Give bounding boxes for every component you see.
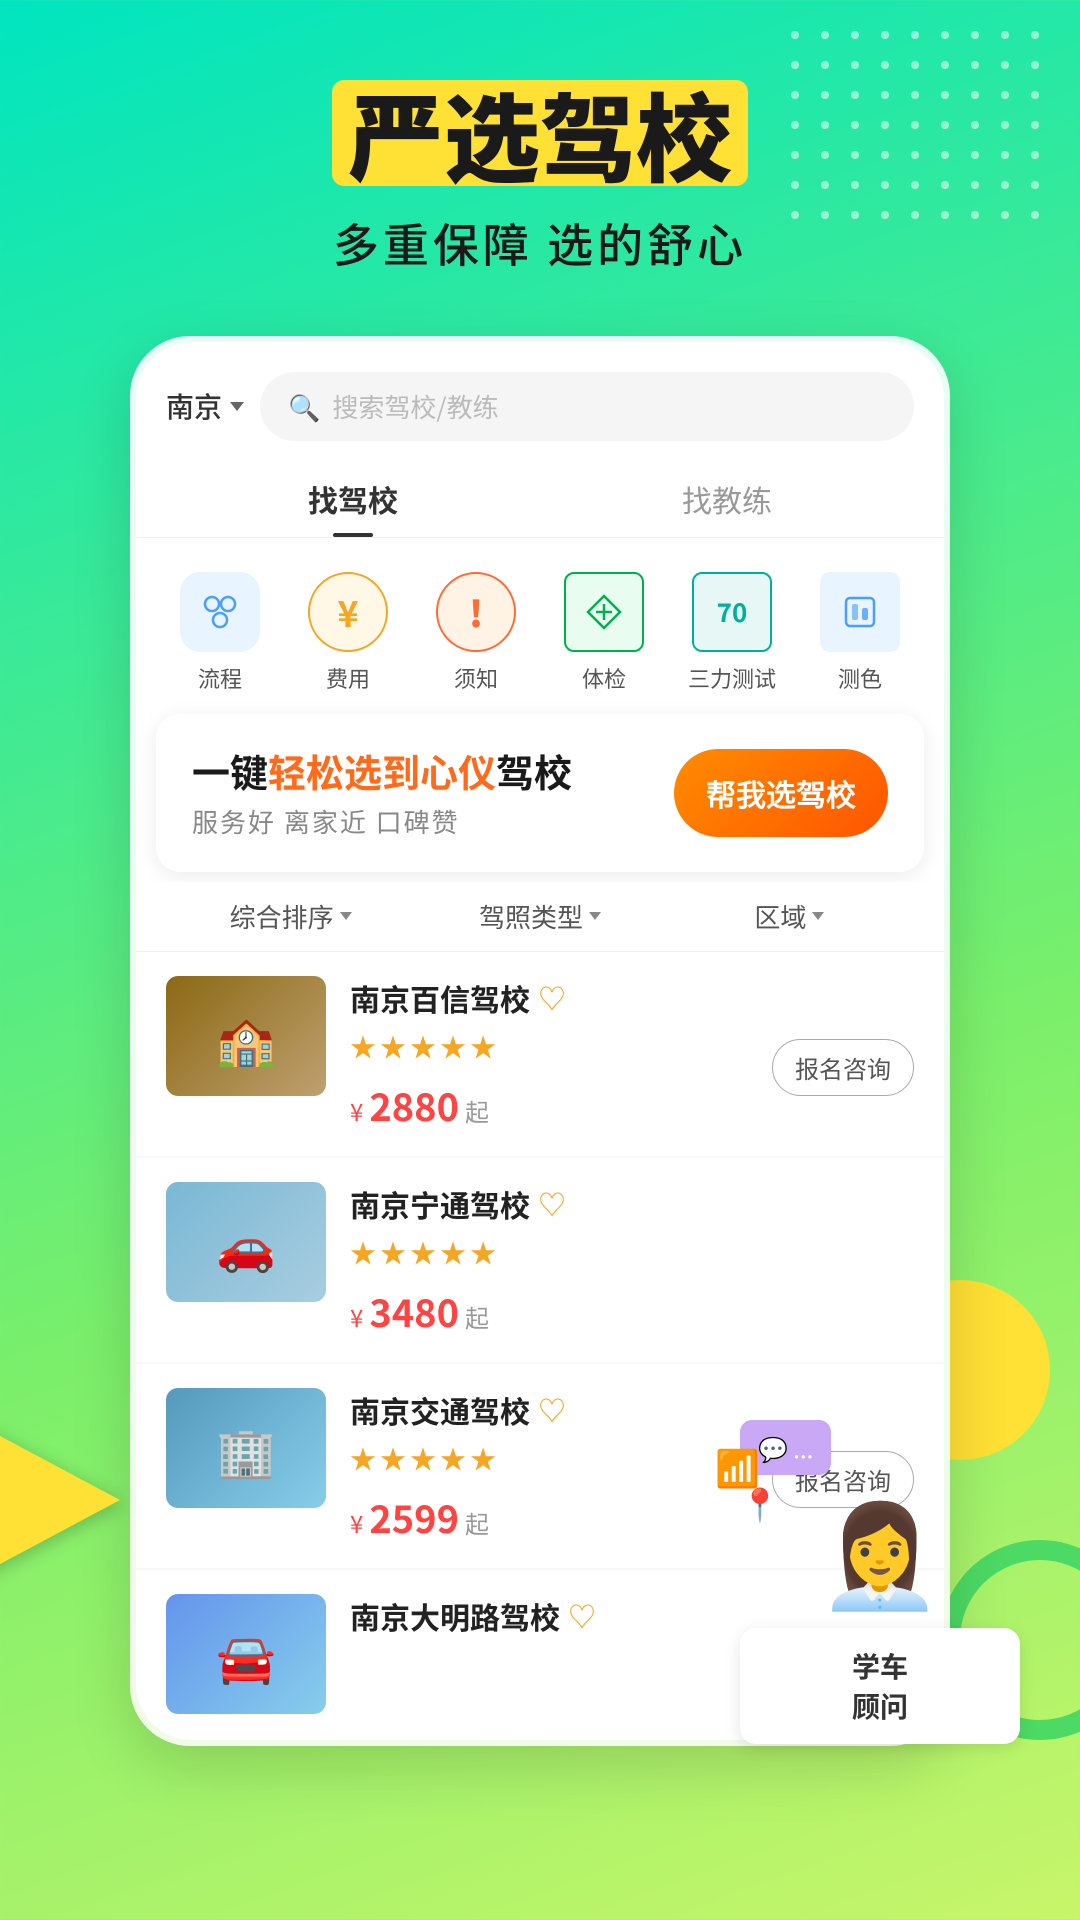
search-placeholder: 搜索驾校/教练 xyxy=(332,388,498,425)
promo-card: 一键轻松选到心仪驾校 服务好 离家近 口碑赞 帮我选驾校 xyxy=(156,714,924,872)
school-image-2: 🚗 xyxy=(166,1182,326,1302)
physical-icon xyxy=(564,572,644,652)
promo-main-text: 一键轻松选到心仪驾校 xyxy=(192,746,572,795)
school-name-row-2: 南京宁通驾校 ♡ xyxy=(350,1182,890,1226)
table-row[interactable]: 🏫 南京百信驾校 ♡ ★ ★ ★ ★ ★ xyxy=(136,952,944,1156)
price-currency-1: ¥ xyxy=(350,1093,363,1128)
pin-icon: 📍 xyxy=(740,1480,780,1526)
fee-icon: ¥ xyxy=(308,572,388,652)
cs-card[interactable]: 学车 顾问 xyxy=(740,1628,1020,1744)
tab-find-school[interactable]: 找驾校 xyxy=(166,461,540,537)
vip-badge-3: ♡ xyxy=(538,1390,566,1430)
school-name-3: 南京交通驾校 xyxy=(350,1388,530,1432)
school-name-2: 南京宁通驾校 xyxy=(350,1182,530,1226)
stars-3: ★ ★ ★ ★ ★ xyxy=(350,1440,748,1477)
filter-area[interactable]: 区域 xyxy=(665,898,914,935)
search-icon: 🔍 xyxy=(288,388,320,425)
school-name-row-3: 南京交通驾校 ♡ xyxy=(350,1388,748,1432)
process-icon xyxy=(180,572,260,652)
icon-grid: 流程 ¥ 费用 ! 须知 xyxy=(136,562,944,704)
area-arrow-icon xyxy=(812,912,824,920)
hero-section: 严选驾校 多重保障 选的舒心 xyxy=(0,0,1080,276)
school-info-1: 南京百信驾校 ♡ ★ ★ ★ ★ ★ ¥ 2880 xyxy=(350,976,748,1132)
stars-1: ★ ★ ★ ★ ★ xyxy=(350,1028,748,1065)
school-image-4: 🚘 xyxy=(166,1594,326,1714)
price-suffix-1: 起 xyxy=(465,1093,489,1128)
filter-license-type[interactable]: 驾照类型 xyxy=(415,898,664,935)
icon-process[interactable]: 流程 xyxy=(156,562,284,704)
notice-label: 须知 xyxy=(454,662,498,694)
license-arrow-icon xyxy=(589,912,601,920)
price-suffix-2: 起 xyxy=(465,1299,489,1334)
chevron-down-icon xyxy=(230,402,244,411)
price-value-1: 2880 xyxy=(369,1077,459,1132)
icon-fee[interactable]: ¥ 费用 xyxy=(284,562,412,704)
price-row-3: ¥ 2599 起 xyxy=(350,1489,748,1544)
fee-label: 费用 xyxy=(326,662,370,694)
school-image-1: 🏫 xyxy=(166,976,326,1096)
school-name-1: 南京百信驾校 xyxy=(350,976,530,1020)
measure-label: 测色 xyxy=(838,662,882,694)
measure-icon xyxy=(820,572,900,652)
customer-service[interactable]: 💬 ... 📶 📍 👩‍💼 学车 顾问 xyxy=(740,1451,1020,1760)
icon-physical[interactable]: 体检 xyxy=(540,562,668,704)
promo-text: 一键轻松选到心仪驾校 服务好 离家近 口碑赞 xyxy=(192,746,572,840)
city-selector[interactable]: 南京 xyxy=(166,386,244,426)
school-info-2: 南京宁通驾校 ♡ ★ ★ ★ ★ ★ ¥ 3480 xyxy=(350,1182,890,1338)
filter-bar: 综合排序 驾照类型 区域 xyxy=(136,882,944,952)
sort-arrow-icon xyxy=(340,912,352,920)
sanli-label: 三力测试 xyxy=(688,662,776,694)
price-row-2: ¥ 3480 起 xyxy=(350,1283,890,1338)
tabs-container: 找驾校 找教练 xyxy=(136,461,944,538)
school-name-4: 南京大明路驾校 xyxy=(350,1594,560,1638)
hero-subtitle: 多重保障 选的舒心 xyxy=(0,210,1080,276)
hero-title: 严选驾校 xyxy=(332,80,748,186)
consult-button-1[interactable]: 报名咨询 xyxy=(772,1039,914,1096)
search-input-box[interactable]: 🔍 搜索驾校/教练 xyxy=(260,372,914,441)
search-bar: 南京 🔍 搜索驾校/教练 xyxy=(136,372,944,441)
vip-badge-4: ♡ xyxy=(568,1596,596,1636)
price-value-3: 2599 xyxy=(369,1489,459,1544)
filter-sort[interactable]: 综合排序 xyxy=(166,898,415,935)
icon-notice[interactable]: ! 须知 xyxy=(412,562,540,704)
promo-sub-text: 服务好 离家近 口碑赞 xyxy=(192,803,572,840)
price-row-1: ¥ 2880 起 xyxy=(350,1077,748,1132)
school-info-3: 南京交通驾校 ♡ ★ ★ ★ ★ ★ ¥ 2599 xyxy=(350,1388,748,1544)
help-select-button[interactable]: 帮我选驾校 xyxy=(674,749,888,837)
price-currency-3: ¥ xyxy=(350,1505,363,1540)
school-name-row-1: 南京百信驾校 ♡ xyxy=(350,976,748,1020)
stars-2: ★ ★ ★ ★ ★ xyxy=(350,1234,890,1271)
icon-sanli[interactable]: 70 三力测试 xyxy=(668,562,796,704)
vip-badge-1: ♡ xyxy=(538,978,566,1018)
process-label: 流程 xyxy=(198,662,242,694)
city-label: 南京 xyxy=(166,386,222,426)
table-row[interactable]: 🚗 南京宁通驾校 ♡ ★ ★ ★ ★ ★ xyxy=(136,1158,944,1362)
notice-icon: ! xyxy=(436,572,516,652)
cs-avatar: 👩‍💼 xyxy=(740,1475,1020,1620)
price-currency-2: ¥ xyxy=(350,1299,363,1334)
price-suffix-3: 起 xyxy=(465,1505,489,1540)
sanli-icon: 70 xyxy=(692,572,772,652)
tab-find-coach[interactable]: 找教练 xyxy=(540,461,914,537)
vip-badge-2: ♡ xyxy=(538,1184,566,1224)
icon-measure[interactable]: 测色 xyxy=(796,562,924,704)
physical-label: 体检 xyxy=(582,662,626,694)
school-image-3: 🏢 xyxy=(166,1388,326,1508)
play-button-decoration xyxy=(0,1420,130,1580)
school-action-1: 报名咨询 xyxy=(772,976,914,1096)
price-value-2: 3480 xyxy=(369,1283,459,1338)
